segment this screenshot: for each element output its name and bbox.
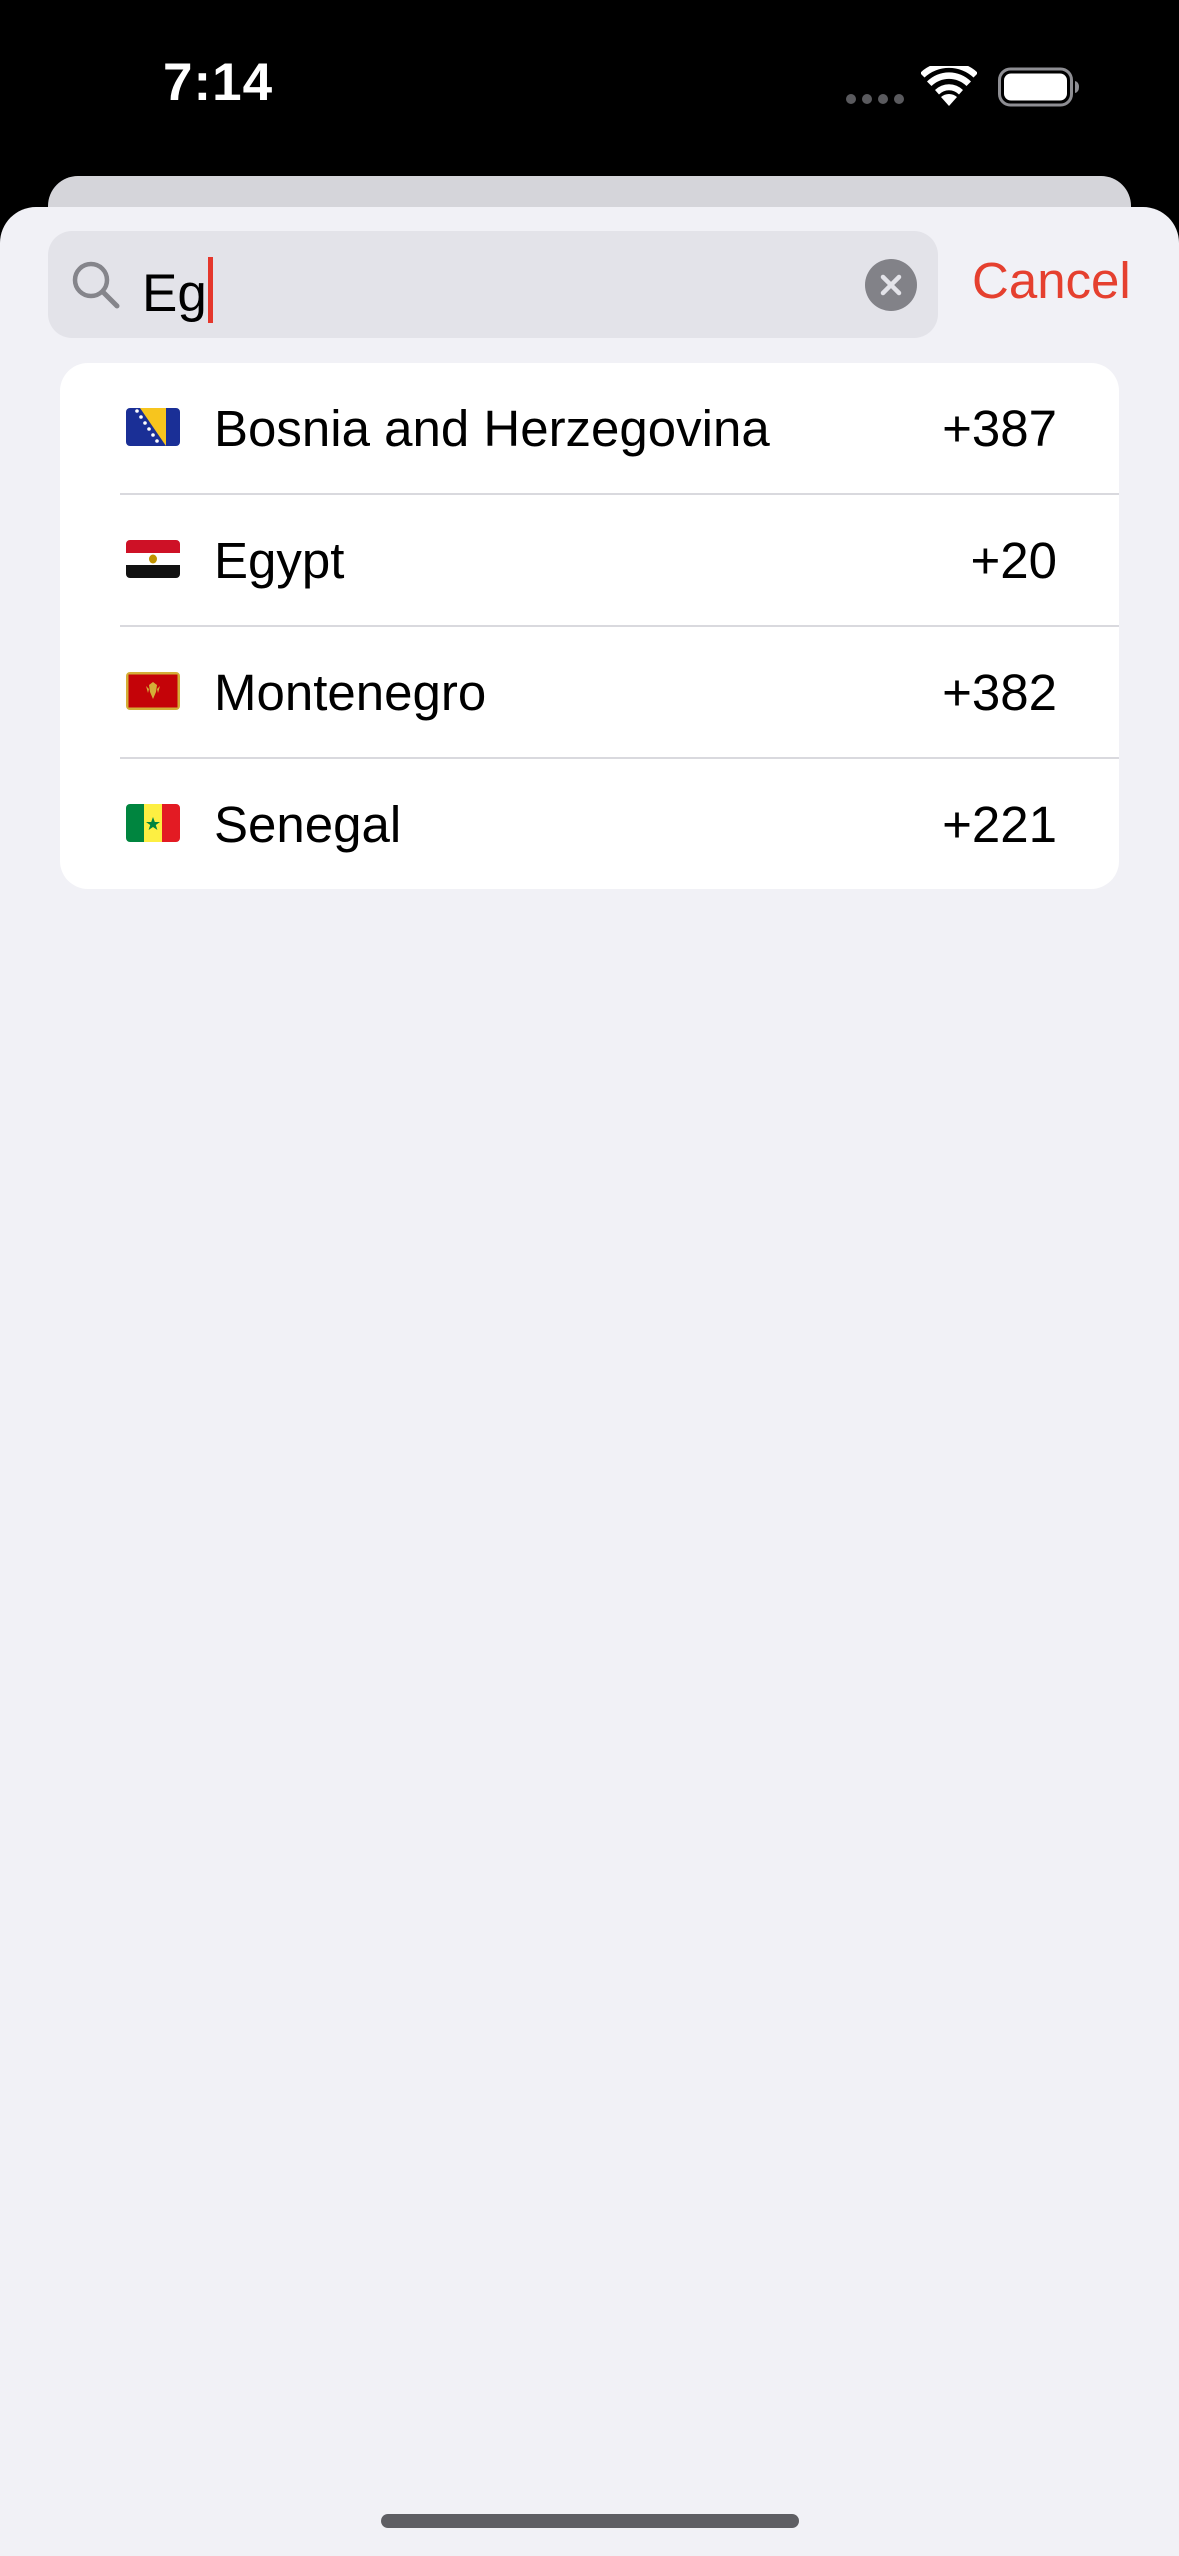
list-item-montenegro[interactable]: Montenegro +382 xyxy=(60,627,1119,759)
text-caret xyxy=(207,257,213,323)
flag-bosnia-and-herzegovina-icon xyxy=(126,408,180,446)
country-name: Bosnia and Herzegovina xyxy=(214,400,770,457)
clear-search-icon[interactable] xyxy=(865,259,917,311)
screen: 7:14 Eg Cancel Bosnia and Herzegovina +3… xyxy=(0,0,1179,2556)
list-item-bosnia-and-herzegovina[interactable]: Bosnia and Herzegovina +387 xyxy=(60,363,1119,495)
search-input-value: Eg xyxy=(142,257,213,323)
country-name: Senegal xyxy=(214,796,402,853)
status-time: 7:14 xyxy=(163,53,274,112)
dial-code: +20 xyxy=(970,532,1057,589)
xmark-icon xyxy=(880,274,902,296)
country-name: Egypt xyxy=(214,532,345,589)
results-list: Bosnia and Herzegovina +387 Egypt +20 Mo… xyxy=(60,363,1119,889)
dial-code: +221 xyxy=(942,796,1057,853)
country-name: Montenegro xyxy=(214,664,487,721)
dial-code: +387 xyxy=(942,400,1057,457)
list-item-egypt[interactable]: Egypt +20 xyxy=(60,495,1119,627)
status-bar: 7:14 xyxy=(0,0,1179,180)
wifi-icon xyxy=(921,66,977,106)
cellular-signal-icon xyxy=(846,94,906,104)
country-picker-sheet: Eg Cancel Bosnia and Herzegovina +387 Eg… xyxy=(0,207,1179,2556)
search-icon xyxy=(72,261,120,309)
search-input[interactable]: Eg xyxy=(48,231,938,338)
list-item-senegal[interactable]: Senegal +221 xyxy=(60,759,1119,889)
flag-montenegro-icon xyxy=(126,672,180,710)
flag-senegal-icon xyxy=(126,804,180,842)
home-indicator[interactable] xyxy=(381,2514,799,2528)
search-text: Eg xyxy=(142,264,207,323)
flag-egypt-icon xyxy=(126,540,180,578)
dial-code: +382 xyxy=(942,664,1057,721)
cancel-button[interactable]: Cancel xyxy=(972,251,1131,311)
battery-icon xyxy=(998,67,1079,107)
